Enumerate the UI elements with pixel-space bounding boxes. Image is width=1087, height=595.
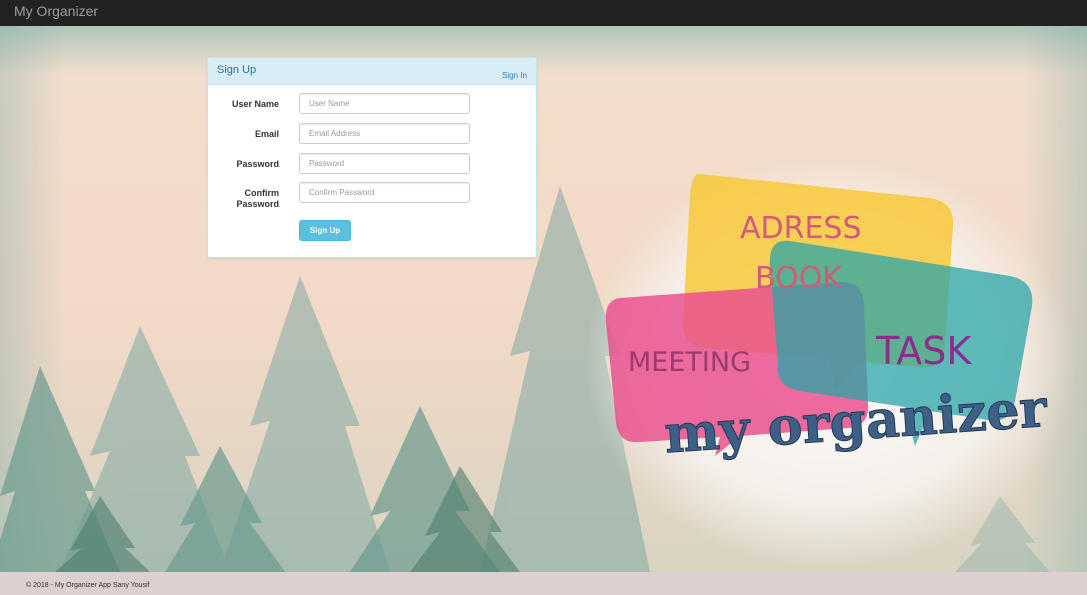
signup-panel: Sign Up Sign In User Name Email Password… xyxy=(207,57,537,258)
footer: © 2018 - My Organizer App Sany Yousif xyxy=(0,572,1087,595)
logo-text-adress: ADRESS xyxy=(740,211,862,246)
email-input[interactable] xyxy=(299,123,470,144)
forest-background-art: ADRESS BOOK MEETING TASK my organizer xyxy=(0,157,1075,572)
brand-link[interactable]: My Organizer xyxy=(14,3,98,19)
email-label: Email xyxy=(254,129,279,139)
logo-text-task: TASK xyxy=(875,329,972,373)
username-input[interactable] xyxy=(299,93,470,114)
signup-title: Sign Up xyxy=(217,64,257,76)
top-navbar: My Organizer xyxy=(0,0,1087,26)
hero-background: ADRESS BOOK MEETING TASK my organizer xyxy=(0,26,1087,572)
logo-text-meeting: MEETING xyxy=(628,347,751,378)
footer-copyright: © 2018 - My Organizer App Sany Yousif xyxy=(26,582,150,589)
signin-link[interactable]: Sign In xyxy=(502,71,527,80)
password-label: Password xyxy=(236,159,279,169)
signup-panel-heading: Sign Up Sign In xyxy=(208,58,536,85)
password-input[interactable] xyxy=(299,153,470,174)
confirm-password-label: Confirm Password xyxy=(236,188,279,209)
username-label: User Name xyxy=(231,99,279,109)
confirm-password-input[interactable] xyxy=(299,182,470,203)
logo-text-book: BOOK xyxy=(755,261,843,296)
signup-button[interactable]: Sign Up xyxy=(299,220,351,241)
